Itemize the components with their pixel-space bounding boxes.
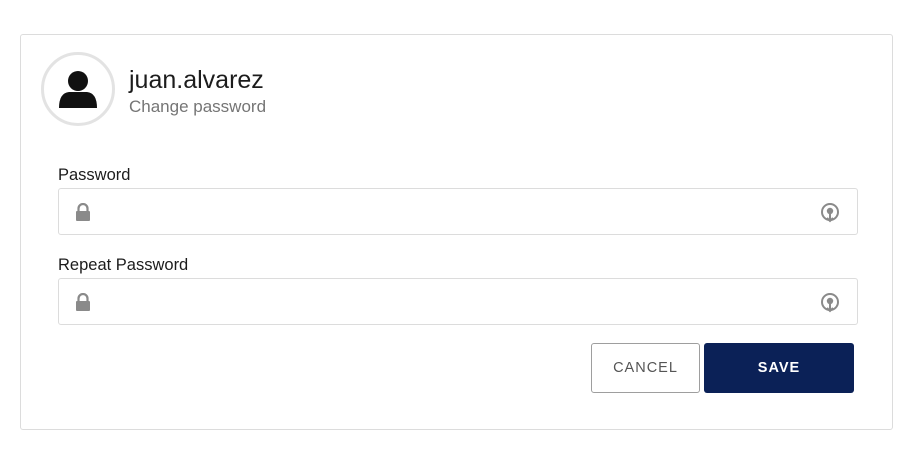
reveal-password-icon[interactable] xyxy=(819,291,841,313)
reveal-password-icon[interactable] xyxy=(819,201,841,223)
username: juan.alvarez xyxy=(129,66,264,94)
repeat-password-input[interactable] xyxy=(103,279,803,324)
lock-icon xyxy=(76,293,90,311)
user-icon xyxy=(59,71,97,108)
repeat-password-field xyxy=(58,278,858,325)
page-subtitle: Change password xyxy=(129,97,267,116)
password-input[interactable] xyxy=(103,189,803,234)
save-button[interactable]: SAVE xyxy=(704,343,854,393)
lock-icon xyxy=(76,203,90,221)
password-field xyxy=(58,188,858,235)
change-password-card: juan.alvarez Change password Password Re… xyxy=(20,34,893,430)
avatar xyxy=(41,52,115,126)
password-label: Password xyxy=(58,166,131,184)
cancel-button[interactable]: CANCEL xyxy=(591,343,700,393)
repeat-password-label: Repeat Password xyxy=(58,256,189,274)
